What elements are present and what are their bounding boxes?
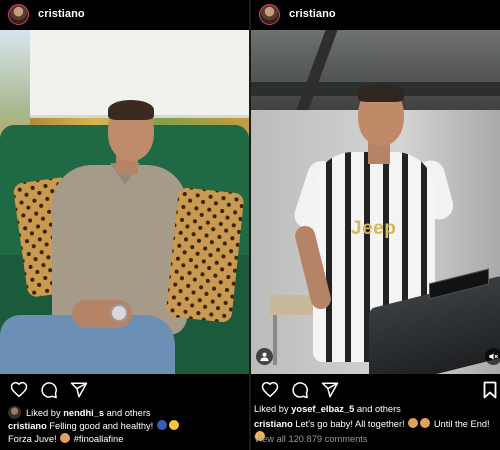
tagged-user-icon[interactable]: [256, 348, 273, 365]
liked-by-prefix: Liked by: [254, 404, 289, 414]
winking-face-emoji: [168, 420, 179, 430]
photo-hair: [108, 100, 154, 120]
photo-pillow-right: [165, 186, 245, 324]
caption-text: Let's go baby! All together!: [295, 419, 405, 429]
volume-muted-icon[interactable]: [485, 348, 500, 365]
post-left: cristiano Liked by nendhi_s and others c…: [0, 0, 249, 450]
post-caption: cristiano Felling good and healthy! Forz…: [8, 420, 245, 445]
post-actions: [0, 378, 249, 402]
liked-by-avatar[interactable]: [8, 406, 21, 419]
flexed-biceps-emoji: [60, 432, 71, 443]
share-icon[interactable]: [321, 381, 339, 399]
caption-text-2: Until the End!: [433, 419, 490, 429]
post-header: cristiano: [0, 0, 249, 28]
liked-by-suffix[interactable]: and others: [357, 404, 401, 414]
post-right: cristiano Jeep Liked by yosef_elbaz_5 an…: [251, 0, 500, 450]
view-all-comments-link[interactable]: View all 120.879 comments: [254, 434, 368, 444]
caption-hashtag[interactable]: #finoallafine: [74, 434, 124, 444]
liked-by-user[interactable]: yosef_elbaz_5: [291, 404, 354, 414]
shirt-sponsor-text: Jeep: [351, 218, 397, 239]
liked-by-prefix: Liked by: [26, 407, 61, 418]
liked-by-suffix[interactable]: and others: [107, 408, 151, 418]
bookmark-icon[interactable]: [483, 381, 497, 399]
post-video[interactable]: Jeep: [251, 30, 500, 374]
post-actions: [251, 378, 500, 402]
liked-by: Liked by nendhi_s and others: [8, 406, 245, 419]
comment-icon[interactable]: [40, 381, 58, 399]
person-lifting-weights-emoji: [156, 420, 167, 430]
avatar[interactable]: [259, 3, 280, 25]
share-icon[interactable]: [70, 381, 88, 399]
post-username[interactable]: cristiano: [38, 8, 85, 20]
post-header: cristiano: [251, 0, 500, 28]
comment-icon[interactable]: [291, 381, 309, 399]
post-photo[interactable]: [0, 30, 249, 374]
caption-username[interactable]: cristiano: [8, 421, 47, 431]
caption-username[interactable]: cristiano: [254, 419, 293, 429]
caption-line2: Forza Juve!: [8, 433, 57, 444]
flexed-biceps-emoji: [420, 418, 431, 428]
flexed-biceps-emoji: [408, 418, 419, 428]
heart-icon[interactable]: [10, 381, 28, 399]
photo-watch: [110, 304, 128, 322]
post-username[interactable]: cristiano: [289, 8, 336, 20]
avatar[interactable]: [8, 3, 29, 25]
liked-by-user[interactable]: nendhi_s: [63, 408, 104, 418]
heart-icon[interactable]: [261, 381, 279, 399]
video-hair: [358, 84, 404, 102]
video-chair-leg: [273, 315, 277, 365]
caption-text: Felling good and healthy!: [49, 421, 154, 431]
liked-by: Liked by yosef_elbaz_5 and others: [254, 404, 496, 414]
